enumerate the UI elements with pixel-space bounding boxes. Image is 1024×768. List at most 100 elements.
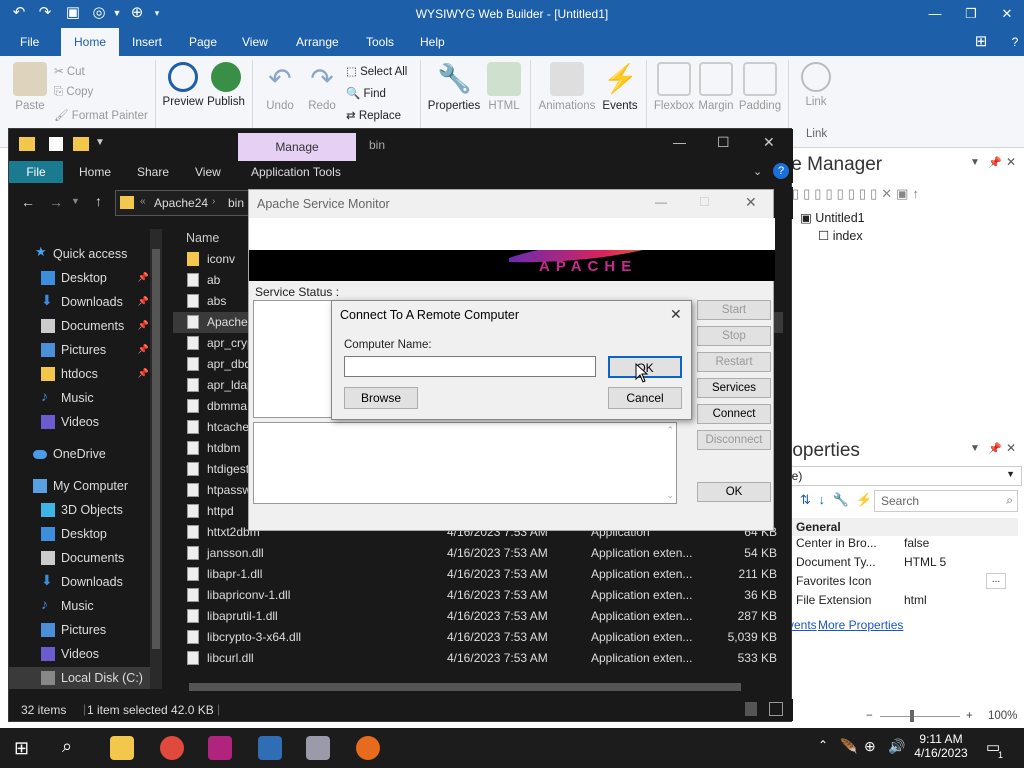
show-hidden-icons-chevron[interactable]: ⌃: [818, 738, 828, 752]
disconnect-button[interactable]: Disconnect: [697, 430, 771, 450]
minimize-button[interactable]: —: [922, 4, 948, 24]
nav-3d-objects[interactable]: 3D Objects: [9, 499, 157, 521]
file-row[interactable]: libapriconv-1.dll 4/16/2023 7:53 AM Applic…: [173, 585, 783, 606]
html-button[interactable]: HTML: [484, 62, 524, 112]
pin-icon[interactable]: 📌: [988, 442, 1002, 455]
events-link[interactable]: vents: [788, 618, 817, 632]
redo-button[interactable]: ↷ Redo: [302, 62, 342, 112]
nav-scroll-thumb[interactable]: [152, 249, 160, 649]
nav-pictures-2[interactable]: Pictures: [9, 619, 157, 641]
tree-child[interactable]: ☐ index: [818, 228, 863, 243]
section-general[interactable]: General: [778, 518, 1018, 536]
menu-page[interactable]: Page: [189, 35, 217, 49]
copy-button[interactable]: ⎘ Copy: [54, 86, 93, 99]
services-button[interactable]: Services: [697, 378, 771, 398]
select-all-button[interactable]: ⬚ Select All: [346, 64, 407, 78]
computer-name-input[interactable]: [344, 356, 596, 377]
clock[interactable]: 9:11 AM 4/16/2023: [912, 732, 970, 760]
restore-button[interactable]: ❐: [958, 4, 984, 24]
link-button[interactable]: Link: [796, 62, 836, 108]
events-button[interactable]: ⚡ Events: [600, 62, 640, 112]
back-arrow-icon[interactable]: ←: [21, 194, 35, 210]
tab-application-tools[interactable]: Application Tools: [251, 165, 341, 179]
animations-button[interactable]: Animations: [536, 62, 598, 112]
breadcrumb-apache24[interactable]: Apache24: [154, 196, 208, 210]
nav-downloads-2[interactable]: ⬇ Downloads: [9, 571, 157, 593]
menu-tools[interactable]: Tools: [366, 35, 394, 49]
nav-local-disk[interactable]: Local Disk (C:): [9, 667, 157, 689]
prop-value[interactable]: html: [904, 593, 927, 607]
zoom-slider[interactable]: [880, 716, 960, 717]
nav-music-2[interactable]: ♪ Music: [9, 595, 157, 617]
format-painter-button[interactable]: 🖌 Format Painter: [54, 108, 148, 122]
menu-view[interactable]: View: [242, 35, 268, 49]
restart-button[interactable]: Restart: [697, 352, 771, 372]
margin-button[interactable]: Margin: [696, 62, 736, 112]
apache-tray-icon[interactable]: 🪶: [840, 738, 857, 755]
zoom-out-icon[interactable]: −: [866, 710, 873, 722]
nav-my-computer[interactable]: My Computer: [9, 475, 157, 497]
start-button[interactable]: Start: [697, 300, 771, 320]
prop-value[interactable]: false: [904, 536, 929, 550]
panel-menu-icon[interactable]: ▼: [970, 157, 980, 168]
dialog-close-icon[interactable]: ✕: [670, 306, 682, 323]
h-scroll-thumb[interactable]: [189, 683, 741, 691]
tab-share[interactable]: Share: [137, 165, 169, 179]
scroll-up-icon[interactable]: ⌃: [666, 425, 674, 436]
ribbon-expand-icon[interactable]: ⌄: [753, 165, 762, 178]
nav-documents-2[interactable]: Documents: [9, 547, 157, 569]
prop-value[interactable]: HTML 5: [904, 555, 946, 569]
find-button[interactable]: 🔍 Find: [346, 86, 386, 100]
maximize-button[interactable]: ☐: [717, 134, 730, 151]
file-row[interactable]: libapr-1.dll 4/16/2023 7:53 AM Application…: [173, 564, 783, 585]
panel-close-icon[interactable]: ✕: [1006, 441, 1016, 455]
new-folder-icon[interactable]: [73, 137, 89, 151]
zoom-in-icon[interactable]: +: [966, 710, 973, 722]
nav-scrollbar[interactable]: [150, 229, 162, 689]
properties-button[interactable]: 🔧 Properties: [426, 62, 482, 112]
menu-home[interactable]: Home: [61, 28, 120, 56]
large-icons-view-icon[interactable]: [769, 702, 783, 716]
recent-dropdown-icon[interactable]: ▼: [71, 196, 80, 206]
flexbox-button[interactable]: Flexbox: [652, 62, 696, 112]
file-row[interactable]: libcrypto-3-x64.dll 4/16/2023 7:53 AM Appl…: [173, 627, 783, 648]
file-explorer-icon[interactable]: [110, 736, 134, 760]
layout-icon[interactable]: ⊞: [972, 33, 990, 51]
cut-button[interactable]: ✂ Cut: [54, 64, 85, 78]
volume-icon[interactable]: 🔊: [888, 738, 905, 755]
network-icon[interactable]: ⊕: [864, 738, 876, 755]
publish-button[interactable]: Publish: [204, 62, 248, 108]
horizontal-scrollbar[interactable]: [169, 681, 767, 693]
status-log[interactable]: ⌃ ⌄: [253, 422, 677, 504]
minimize-button[interactable]: —: [673, 135, 686, 150]
tab-view[interactable]: View: [195, 165, 221, 179]
close-button[interactable]: ✕: [994, 4, 1020, 24]
menu-insert[interactable]: Insert: [132, 35, 162, 49]
app-icon[interactable]: [306, 736, 330, 760]
properties-toolbar[interactable]: ⇅ ↓ 🔧 ⚡: [800, 492, 875, 508]
nav-downloads[interactable]: ⬇ Downloads 📌: [9, 291, 157, 313]
nav-videos[interactable]: Videos: [9, 411, 157, 433]
properties-search-input[interactable]: Search ⌕: [874, 490, 1018, 512]
service-list[interactable]: [253, 300, 341, 418]
connect-button[interactable]: Connect: [697, 404, 771, 424]
ok-button[interactable]: OK: [697, 482, 771, 502]
nav-documents[interactable]: Documents 📌: [9, 315, 157, 337]
pin-icon[interactable]: 📌: [988, 156, 1002, 169]
padding-button[interactable]: Padding: [738, 62, 782, 112]
stop-button[interactable]: Stop: [697, 326, 771, 346]
close-button[interactable]: ✕: [745, 194, 757, 211]
tab-home[interactable]: Home: [79, 165, 111, 179]
nav-htdocs[interactable]: htdocs 📌: [9, 363, 157, 385]
tab-file[interactable]: File: [9, 161, 63, 183]
up-arrow-icon[interactable]: ↑: [95, 193, 102, 209]
help-icon[interactable]: ?: [773, 163, 789, 179]
breadcrumb-bin[interactable]: bin: [228, 196, 244, 210]
nav-onedrive[interactable]: OneDrive: [9, 443, 157, 465]
nav-desktop-2[interactable]: Desktop: [9, 523, 157, 545]
replace-button[interactable]: ⇄ Replace: [346, 108, 401, 122]
forward-arrow-icon[interactable]: →: [49, 194, 63, 210]
column-name-header[interactable]: Name: [186, 231, 219, 245]
properties-check-icon[interactable]: [49, 137, 63, 151]
file-row[interactable]: libaprutil-1.dll 4/16/2023 7:53 AM Applica…: [173, 606, 783, 627]
